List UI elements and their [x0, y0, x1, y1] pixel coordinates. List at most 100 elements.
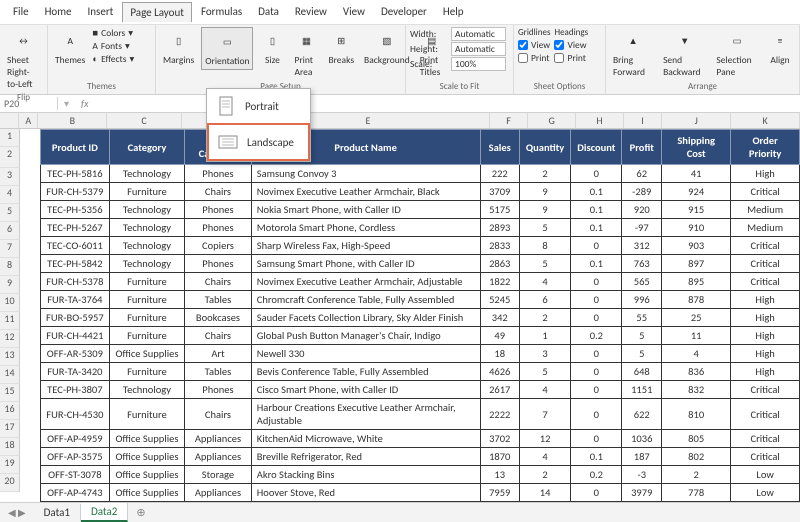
cell[interactable]: High — [731, 165, 800, 183]
cell[interactable]: 2893 — [480, 219, 519, 237]
cell[interactable]: Storage — [185, 466, 252, 484]
row-header-19[interactable]: 19 — [0, 456, 20, 474]
cell[interactable]: KitchenAid Microwave, White — [251, 430, 480, 448]
cell[interactable]: Copiers — [185, 237, 252, 255]
col-header-C[interactable]: C — [107, 113, 182, 128]
table-row[interactable]: FUR-CH-4421FurnitureChairsGlobal Push Bu… — [41, 327, 800, 345]
cell[interactable]: 4 — [519, 448, 570, 466]
cell[interactable]: 832 — [662, 381, 731, 399]
cell[interactable]: Art — [185, 345, 252, 363]
cell[interactable]: Critical — [731, 273, 800, 291]
cell[interactable]: 0.1 — [571, 183, 622, 201]
menu-data[interactable]: Data — [251, 2, 286, 22]
cell[interactable]: 9 — [519, 201, 570, 219]
col-header-A[interactable]: A — [19, 113, 38, 128]
menu-review[interactable]: Review — [288, 2, 334, 22]
col-header-G[interactable]: G — [528, 113, 576, 128]
cell[interactable]: 9 — [519, 183, 570, 201]
cell[interactable]: FUR-CH-5378 — [41, 273, 110, 291]
cell[interactable]: 3 — [519, 345, 570, 363]
table-row[interactable]: TEC-CO-6011TechnologyCopiersSharp Wirele… — [41, 237, 800, 255]
cell[interactable]: 2 — [519, 309, 570, 327]
sheet-nav[interactable]: ◀ ▶ — [0, 506, 34, 519]
table-row[interactable]: TEC-PH-5816TechnologyPhonesSamsung Convo… — [41, 165, 800, 183]
cell[interactable]: Chairs — [185, 399, 252, 430]
cell[interactable]: Technology — [109, 219, 184, 237]
menu-home[interactable]: Home — [38, 2, 79, 22]
menu-formulas[interactable]: Formulas — [194, 2, 249, 22]
cell[interactable]: Furniture — [109, 327, 184, 345]
cell[interactable]: Office Supplies — [109, 484, 184, 502]
cell[interactable]: FUR-TA-3764 — [41, 291, 110, 309]
cell[interactable]: 0 — [571, 399, 622, 430]
cell[interactable]: 810 — [662, 399, 731, 430]
cell[interactable]: 910 — [662, 219, 731, 237]
cell[interactable]: Phones — [185, 381, 252, 399]
cell[interactable]: Phones — [185, 219, 252, 237]
table-row[interactable]: OFF-AR-5309Office SuppliesArtNewell 3301… — [41, 345, 800, 363]
cell[interactable]: Breville Refrigerator, Red — [251, 448, 480, 466]
cell[interactable]: 41 — [662, 165, 731, 183]
cell[interactable]: Phones — [185, 201, 252, 219]
table-row[interactable]: TEC-PH-5356TechnologyPhonesNokia Smart P… — [41, 201, 800, 219]
cell[interactable]: -3 — [622, 466, 662, 484]
cell[interactable]: Nokia Smart Phone, with Caller ID — [251, 201, 480, 219]
cell[interactable]: 18 — [480, 345, 519, 363]
cell[interactable]: Critical — [731, 183, 800, 201]
cell[interactable]: 2 — [519, 165, 570, 183]
cell[interactable]: 0.1 — [571, 219, 622, 237]
menu-page-layout[interactable]: Page Layout — [122, 2, 192, 22]
cell[interactable]: Chairs — [185, 183, 252, 201]
cell[interactable]: 0 — [571, 237, 622, 255]
cell[interactable]: Low — [731, 466, 800, 484]
table-row[interactable]: OFF-AP-3575Office SuppliesAppliancesBrev… — [41, 448, 800, 466]
cell[interactable]: 3709 — [480, 183, 519, 201]
cell[interactable]: Critical — [731, 430, 800, 448]
cell[interactable]: 187 — [622, 448, 662, 466]
cell[interactable]: FUR-TA-3420 — [41, 363, 110, 381]
gridlines-view-check[interactable]: View — [518, 39, 550, 51]
cell[interactable]: High — [731, 309, 800, 327]
cell[interactable]: Furniture — [109, 363, 184, 381]
cell[interactable]: 924 — [662, 183, 731, 201]
cell[interactable]: 8 — [519, 237, 570, 255]
cell[interactable]: 2833 — [480, 237, 519, 255]
cell[interactable]: 5245 — [480, 291, 519, 309]
cell[interactable]: 648 — [622, 363, 662, 381]
cell[interactable]: Critical — [731, 237, 800, 255]
selection-pane-button[interactable]: ▭Selection Pane — [713, 27, 761, 80]
cell[interactable]: Phones — [185, 255, 252, 273]
cell[interactable]: TEC-PH-5816 — [41, 165, 110, 183]
effects-button[interactable]: ◐ Effects ▾ — [92, 53, 134, 65]
cell[interactable]: Furniture — [109, 291, 184, 309]
cell[interactable]: Hoover Stove, Red — [251, 484, 480, 502]
cell[interactable]: High — [731, 291, 800, 309]
cell[interactable]: Bookcases — [185, 309, 252, 327]
cell[interactable]: OFF-ST-3078 — [41, 466, 110, 484]
cell[interactable]: 2 — [519, 466, 570, 484]
cell[interactable]: 5 — [622, 327, 662, 345]
cell[interactable]: FUR-CH-4421 — [41, 327, 110, 345]
background-button[interactable]: ▧Background — [361, 27, 413, 68]
cell[interactable]: 895 — [662, 273, 731, 291]
table-row[interactable]: FUR-CH-5379FurnitureChairsNovimex Execut… — [41, 183, 800, 201]
cell[interactable]: Furniture — [109, 399, 184, 430]
cell[interactable]: 0 — [571, 165, 622, 183]
cell[interactable]: 2 — [662, 466, 731, 484]
col-header-F[interactable]: F — [490, 113, 528, 128]
row-header-12[interactable]: 12 — [0, 330, 20, 348]
row-header-13[interactable]: 13 — [0, 348, 20, 366]
cell[interactable]: OFF-AP-4743 — [41, 484, 110, 502]
cell[interactable]: 0 — [571, 309, 622, 327]
cell[interactable]: OFF-AP-3575 — [41, 448, 110, 466]
cell[interactable]: 13 — [480, 466, 519, 484]
cell[interactable]: 7959 — [480, 484, 519, 502]
cell[interactable]: 1151 — [622, 381, 662, 399]
table-row[interactable]: FUR-CH-5378FurnitureChairsNovimex Execut… — [41, 273, 800, 291]
cell[interactable]: FUR-CH-5379 — [41, 183, 110, 201]
col-shipping-cost[interactable]: Shipping Cost — [662, 130, 731, 165]
breaks-button[interactable]: ⊞Breaks — [325, 27, 357, 68]
cell[interactable]: Technology — [109, 201, 184, 219]
margins-button[interactable]: ▯Margins — [160, 27, 197, 68]
cell[interactable]: 342 — [480, 309, 519, 327]
